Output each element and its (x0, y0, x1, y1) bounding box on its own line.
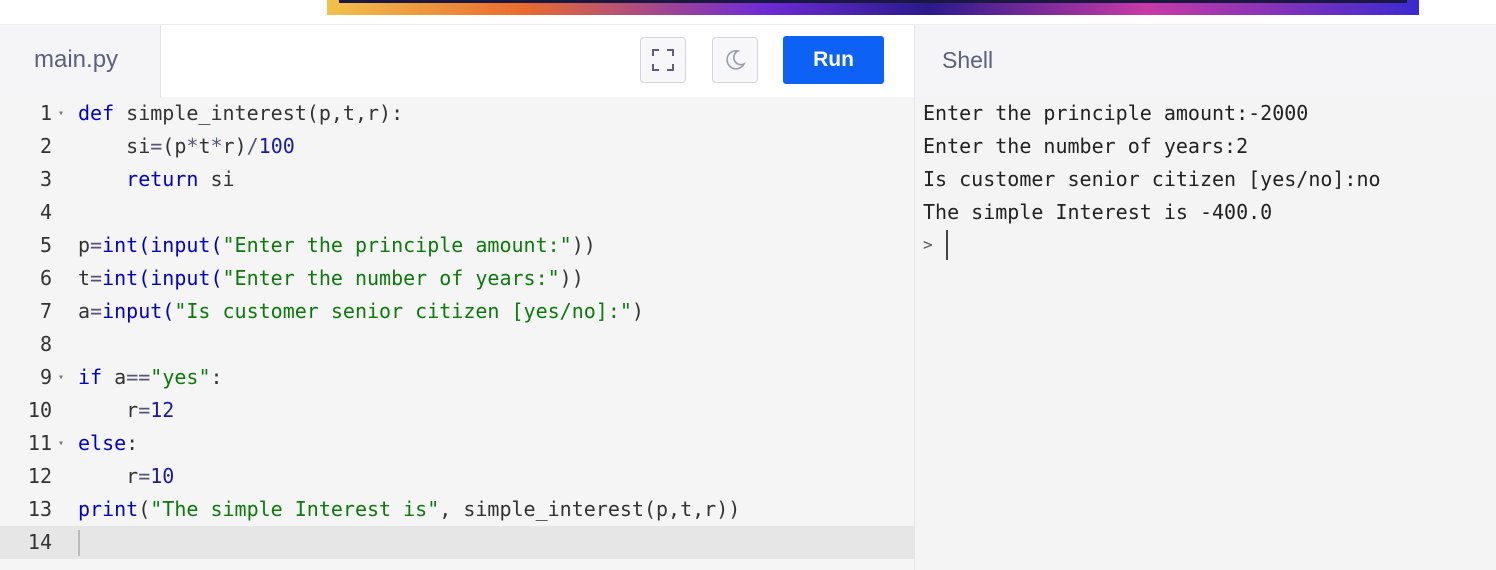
line-number: 7 (39, 299, 52, 323)
code-line[interactable]: 1 ▾ def simple_interest(p,t,r): (0, 97, 914, 130)
shell-cursor (946, 230, 948, 260)
code-text: r=10 (78, 464, 175, 488)
line-number: 10 (27, 398, 52, 422)
code-line[interactable]: 3 return si (0, 163, 914, 196)
code-line[interactable]: 6 t=int(input("Enter the number of years:… (0, 262, 914, 295)
code-text: a=input("Is customer senior citizen [yes… (78, 299, 644, 323)
line-number: 2 (39, 134, 52, 158)
run-button[interactable]: Run (783, 36, 884, 84)
top-banner[interactable] (327, 0, 1419, 15)
shell-output-line: Enter the number of years:2 (923, 134, 1249, 158)
code-line[interactable]: 14 (0, 526, 914, 559)
code-text: p=int(input("Enter the principle amount:… (78, 233, 596, 257)
code-text: else: (78, 431, 139, 455)
line-number: 5 (39, 233, 52, 257)
moon-icon (726, 50, 746, 70)
code-text: if a=="yes": (78, 365, 223, 389)
code-line[interactable]: 8 (0, 328, 914, 361)
code-line[interactable]: 11 ▾ else: (0, 427, 914, 460)
fullscreen-button[interactable] (640, 37, 686, 83)
theme-toggle-button[interactable] (712, 37, 758, 83)
code-text: r=12 (78, 398, 175, 422)
code-text: def simple_interest(p,t,r): (78, 101, 404, 125)
code-line[interactable]: 7 a=input("Is customer senior citizen [ye… (0, 295, 914, 328)
code-line[interactable]: 9 ▾ if a=="yes": (0, 361, 914, 394)
editor-toolbar: main.py Run Shell (0, 24, 1496, 98)
banner-strip (339, 0, 1407, 3)
shell-tab-label: Shell (942, 47, 994, 73)
line-number: 9 (39, 365, 52, 389)
shell-panel[interactable]: > Enter the principle amount:-2000 Enter … (914, 97, 1496, 570)
shell-output-line: Enter the principle amount:-2000 (923, 101, 1309, 125)
code-line[interactable]: 5 p=int(input("Enter the principle amount… (0, 229, 914, 262)
expand-icon (652, 49, 674, 71)
fold-arrow-icon[interactable]: ▾ (58, 97, 64, 130)
code-text: return si (126, 167, 235, 191)
line-number: 3 (39, 167, 52, 191)
fold-arrow-icon[interactable]: ▾ (58, 361, 64, 394)
code-line[interactable]: 2 si=(p*t*r)/100 (0, 130, 914, 163)
line-number: 13 (27, 497, 52, 521)
code-text: print("The simple Interest is", simple_i… (78, 497, 741, 521)
code-line[interactable]: 12 r=10 (0, 460, 914, 493)
line-number: 6 (39, 266, 52, 290)
code-text: t=int(input("Enter the number of years:"… (78, 266, 584, 290)
shell-output-line: Is customer senior citizen [yes/no]:no (923, 167, 1381, 191)
line-number: 14 (27, 530, 52, 554)
line-number: 8 (39, 332, 52, 356)
fold-arrow-icon[interactable]: ▾ (58, 427, 64, 460)
code-editor[interactable]: 1 ▾ def simple_interest(p,t,r): 2 si=(p*t*r… (0, 97, 914, 570)
code-line[interactable]: 10 r=12 (0, 394, 914, 427)
code-line[interactable]: 4 (0, 196, 914, 229)
file-tab-label: main.py (34, 46, 119, 73)
line-number: 11 (27, 431, 52, 455)
line-number: 1 (39, 101, 52, 125)
code-text: si=(p*t*r)/100 (78, 134, 295, 158)
shell-tab[interactable]: Shell (914, 25, 1496, 97)
line-number: 12 (27, 464, 52, 488)
line-number: 4 (39, 200, 52, 224)
shell-output-line: The simple Interest is -400.0 (923, 200, 1273, 224)
shell-prompt: > (923, 235, 933, 254)
text-cursor (78, 530, 80, 556)
code-line[interactable]: 13 print("The simple Interest is", simple… (0, 493, 914, 526)
file-tab-main-py[interactable]: main.py (0, 25, 161, 97)
